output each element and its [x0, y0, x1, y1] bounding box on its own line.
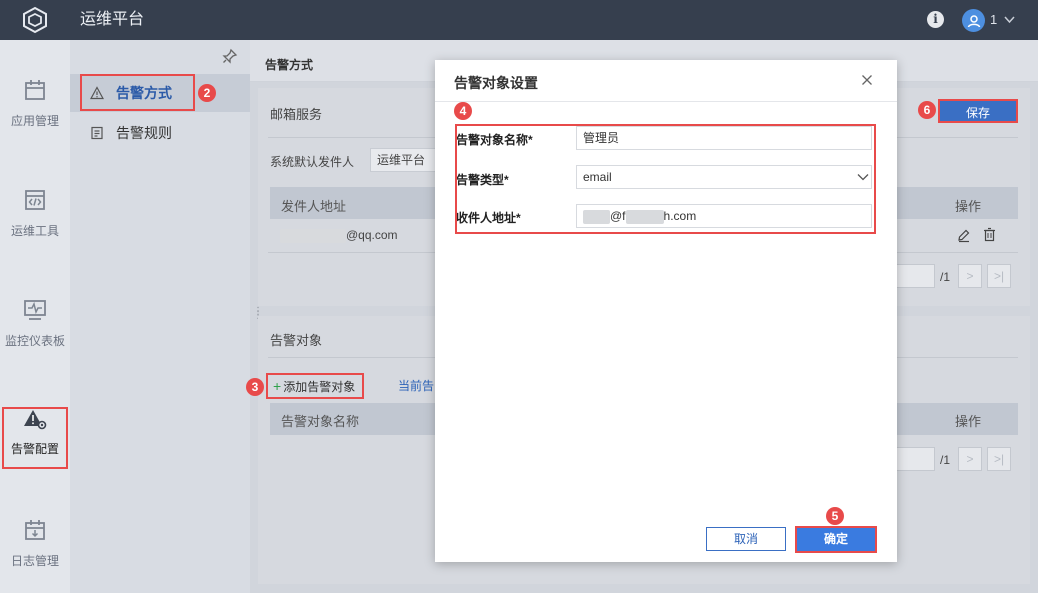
subnav-label: 告警规则 [116, 125, 172, 141]
col-ops: 操作 [955, 414, 982, 429]
nav-label: 监控仪表板 [4, 334, 65, 348]
last-page-button[interactable]: >| [987, 264, 1011, 288]
default-sender-select[interactable]: 运维平台 [370, 148, 440, 172]
step-badge-4: 4 [454, 102, 472, 120]
dialog-header: 告警对象设置 [435, 60, 897, 102]
top-bar: 运维平台 i 1 [0, 0, 1038, 40]
highlight-box-1 [2, 407, 68, 469]
code-window-icon [25, 190, 45, 210]
subnav-alert-rules[interactable]: 告警规则 [70, 114, 250, 152]
next-page-button[interactable]: > [958, 447, 982, 471]
blurred-text [280, 228, 346, 243]
nav-app-management[interactable]: 应用管理 [0, 78, 70, 148]
nav-monitor-dashboard[interactable]: 监控仪表板 [0, 298, 70, 368]
logo-icon [0, 0, 70, 40]
calendar-icon [25, 80, 45, 100]
col-sender-address: 发件人地址 [281, 199, 347, 214]
chevron-down-icon[interactable] [1003, 13, 1016, 26]
step-badge-2: 2 [198, 84, 216, 102]
next-page-button[interactable]: > [958, 264, 982, 288]
step-badge-6: 6 [918, 101, 936, 119]
col-ops: 操作 [955, 199, 982, 214]
highlight-box-2 [80, 74, 195, 111]
delete-icon[interactable] [982, 227, 997, 242]
add-alert-target-button[interactable]: + 添加告警对象 [266, 373, 364, 399]
table-row: @qq.com [280, 228, 398, 243]
last-page-button[interactable]: >| [987, 447, 1011, 471]
close-icon[interactable] [861, 74, 873, 86]
confirm-button[interactable]: 确定 [795, 526, 877, 553]
sender-label: 系统默认发件人 [270, 155, 355, 169]
step-badge-5: 5 [826, 507, 844, 525]
document-list-icon [91, 126, 103, 140]
plus-icon: + [273, 378, 282, 394]
page-title: 告警方式 [265, 58, 314, 72]
nav-log-management[interactable]: 日志管理 [0, 518, 70, 588]
info-icon[interactable]: i [927, 11, 944, 28]
nav-label: 日志管理 [10, 554, 59, 568]
page-number-input[interactable] [895, 447, 935, 471]
mail-section-title: 邮箱服务 [270, 107, 323, 122]
col-target-name: 告警对象名称 [281, 414, 360, 429]
dialog-title: 告警对象设置 [454, 75, 538, 91]
nav-label: 运维工具 [10, 224, 59, 238]
current-target-link[interactable]: 当前告 [398, 377, 434, 394]
nav-label: 应用管理 [10, 114, 59, 128]
page-total: /1 [940, 453, 951, 467]
highlight-box-4 [455, 124, 876, 234]
page-number-input[interactable] [895, 264, 935, 288]
cancel-button[interactable]: 取消 [706, 527, 786, 551]
save-button[interactable]: 保存 [938, 99, 1018, 123]
page-total: /1 [940, 270, 951, 284]
avatar[interactable] [962, 9, 985, 32]
sender-email: @qq.com [346, 228, 398, 242]
user-name[interactable]: 1 [990, 0, 997, 40]
edit-icon[interactable] [956, 228, 971, 243]
target-section-title: 告警对象 [270, 333, 323, 348]
step-badge-3: 3 [246, 378, 264, 396]
add-label: 添加告警对象 [283, 380, 356, 394]
nav-ops-tools[interactable]: 运维工具 [0, 188, 70, 258]
calendar-download-icon [25, 520, 45, 540]
monitor-icon [24, 300, 46, 320]
pin-icon[interactable] [222, 48, 238, 64]
app-title: 运维平台 [80, 11, 145, 28]
